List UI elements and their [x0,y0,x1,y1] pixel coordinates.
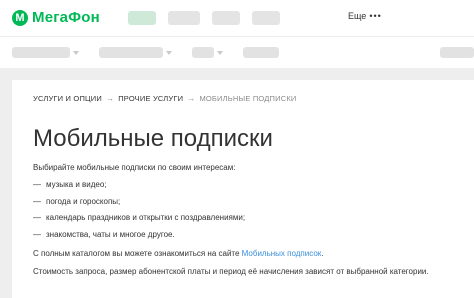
nav-item-blurred[interactable] [440,47,474,58]
top-tab-blurred[interactable] [252,11,280,25]
top-bar: М МегаФон Еще ••• [0,0,474,36]
breadcrumb-link-other[interactable]: Прочие услуги [118,94,183,103]
dash-icon: — [33,213,41,222]
list-item-text: погода и гороскопы; [46,196,121,206]
top-tabs [128,11,280,25]
nav-item-placeholder [192,47,214,58]
breadcrumb-link-services[interactable]: Услуги и опции [33,94,102,103]
lead-text: Выбирайте мобильные подписки по своим ин… [33,163,236,172]
interests-list: — музыка и видео; — погода и гороскопы; — к… [33,180,245,246]
nav-item-placeholder [99,47,163,58]
more-dots-icon: ••• [369,11,382,21]
nav-item-blurred[interactable] [99,47,172,58]
chevron-down-icon [73,50,79,55]
content-card: Услуги и опции → Прочие услуги → Мобильн… [12,80,474,298]
megafon-logo-icon: М [12,9,28,26]
nav-item-blurred[interactable] [192,47,223,58]
more-label: Еще [348,11,367,21]
nav-item-blurred[interactable] [243,47,279,58]
dash-icon: — [33,196,41,206]
brand-name: МегаФон [32,9,100,26]
list-item: — погода и гороскопы; [33,197,245,214]
chevron-down-icon [166,50,172,55]
nav-bar [0,36,474,68]
catalog-prefix: С полным каталогом вы можете ознакомитьс… [33,249,242,258]
page-title: Мобильные подписки [33,125,273,152]
catalog-text: С полным каталогом вы можете ознакомитьс… [33,249,324,258]
top-tab-active-blurred[interactable] [128,11,156,25]
list-item-text: музыка и видео; [46,180,107,189]
dash-icon: — [33,229,41,239]
arrow-right-icon: → [105,94,115,103]
top-tab-blurred[interactable] [168,11,200,25]
dash-icon: — [33,180,41,189]
list-item: — календарь праздников и открытки с поздр… [33,213,245,230]
top-tab-blurred[interactable] [212,11,240,25]
chevron-down-icon [217,50,223,55]
more-menu[interactable]: Еще ••• [348,11,382,21]
cost-note: Стоимость запроса, размер абонентской пл… [33,267,429,276]
list-item-text: знакомства, чаты и многое другое. [46,229,175,239]
catalog-link[interactable]: Мобильных подписок [242,249,322,258]
catalog-suffix: . [321,249,324,258]
nav-item-placeholder [12,47,70,58]
breadcrumb: Услуги и опции → Прочие услуги → Мобильн… [33,94,297,103]
breadcrumb-current: Мобильные подписки [199,94,297,103]
list-item: — знакомства, чаты и многое другое. [33,230,245,247]
nav-item-placeholder [243,47,279,58]
megafon-logo[interactable]: М МегаФон [12,9,100,26]
list-item-text: календарь праздников и открытки с поздра… [46,213,246,222]
arrow-right-icon: → [187,94,196,103]
list-item: — музыка и видео; [33,180,245,197]
nav-item-blurred[interactable] [12,47,79,58]
